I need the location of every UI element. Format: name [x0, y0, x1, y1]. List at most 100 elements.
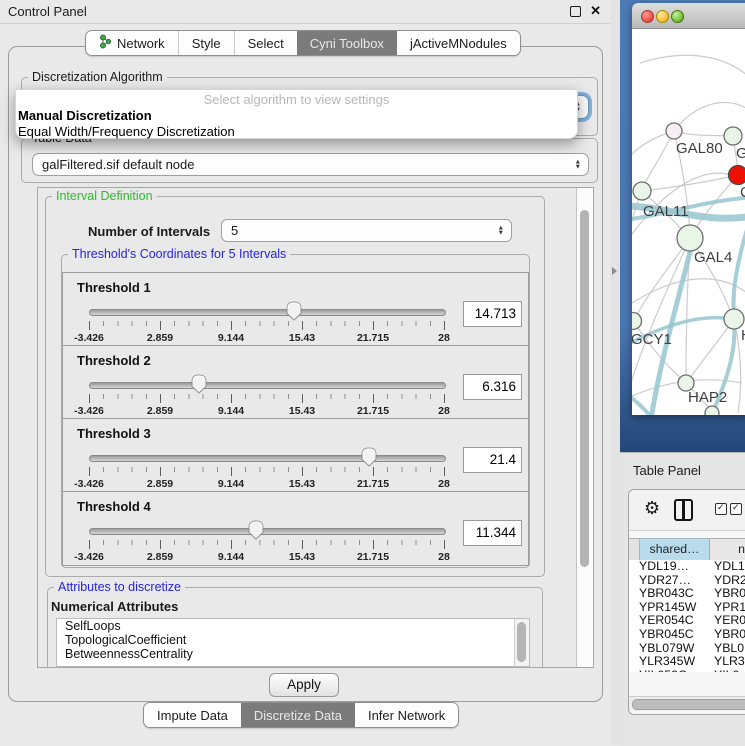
tab-style[interactable]: Style	[178, 31, 234, 55]
table-row[interactable]: YBR043CYBR0	[629, 587, 745, 601]
cell: YLR3	[714, 655, 745, 669]
cell: YBL0	[714, 642, 744, 656]
checkbox-icon[interactable]	[715, 503, 727, 515]
splitter-collapse-icon[interactable]	[612, 267, 617, 275]
cell: YDR2	[714, 574, 745, 588]
node-label: H	[741, 327, 745, 344]
columns-icon[interactable]	[674, 499, 693, 521]
threshold-4-slider[interactable]: -3.426 2.859 9.144 15.43 21.715 28	[89, 528, 444, 562]
threshold-3-slider[interactable]: -3.426 2.859 9.144 15.43 21.715 28	[89, 455, 444, 489]
node-bottom-partial[interactable]	[705, 406, 719, 415]
table-row[interactable]: YBR045CYBR0	[629, 628, 745, 642]
table-row[interactable]: YER054CYER0	[629, 614, 745, 628]
vertical-scrollbar[interactable]	[576, 188, 593, 667]
control-panel-window: Control Panel ✕ Network Style Select Cyn…	[0, 0, 611, 745]
close-icon[interactable]: ✕	[590, 3, 601, 19]
column-header-name[interactable]: na	[709, 538, 745, 561]
tab-infer-network[interactable]: Infer Network	[355, 703, 458, 727]
threshold-2-label: Threshold 2	[77, 353, 151, 368]
horizontal-scrollbar-thumb[interactable]	[632, 699, 745, 710]
tab-style-label: Style	[192, 36, 221, 51]
list-scrollbar-thumb[interactable]	[517, 622, 526, 662]
tick-label: 28	[438, 332, 450, 344]
apply-button[interactable]: Apply	[269, 673, 339, 697]
dropdown-option-manual[interactable]: Manual Discretization	[16, 108, 577, 124]
tick-label: 2.859	[147, 405, 173, 417]
threshold-1-value-field[interactable]: 14.713	[463, 301, 522, 327]
tab-impute-label: Impute Data	[157, 708, 228, 723]
threshold-4-value-field[interactable]: 11.344	[463, 520, 522, 546]
slider-track[interactable]	[89, 455, 446, 462]
cell: YER0	[714, 614, 745, 628]
tab-select[interactable]: Select	[234, 31, 297, 55]
table-row[interactable]: YDL19…YDL1	[629, 560, 745, 574]
tab-jactivemnodules[interactable]: jActiveMNodules	[397, 31, 520, 55]
list-item[interactable]: SelfLoops	[57, 619, 529, 633]
cell: YBR045C	[639, 628, 694, 642]
list-item[interactable]: BetweennessCentrality	[57, 647, 529, 661]
network-window-titlebar[interactable]	[632, 3, 745, 29]
threshold-2-row: Threshold 2 -3.426 2.859 9.144 15.43 21.…	[62, 345, 529, 420]
threshold-2-value-field[interactable]: 6.316	[463, 374, 522, 400]
threshold-3-value-field[interactable]: 21.4	[463, 447, 522, 473]
slider-thumb[interactable]	[191, 374, 208, 399]
attributes-group: Attributes to discretize Numerical Attri…	[47, 587, 543, 667]
threshold-1-slider[interactable]: -3.426 2.859 9.144 15.43 21.715 28	[89, 309, 444, 343]
slider-track[interactable]	[89, 309, 446, 316]
list-scrollbar[interactable]	[514, 619, 529, 666]
threshold-2-slider[interactable]: -3.426 2.859 9.144 15.43 21.715 28	[89, 382, 444, 416]
table-row[interactable]: YIL052CYIL0	[629, 669, 745, 672]
tab-discretize-data[interactable]: Discretize Data	[241, 703, 355, 727]
network-canvas[interactable]: GAL80 GA C GAL11 GAL4 GCY1 H HAP2	[632, 29, 745, 415]
cell: YDL19…	[639, 560, 689, 574]
tick-label: -3.426	[74, 551, 104, 563]
minimize-traffic-light[interactable]	[656, 10, 669, 23]
node-gal11[interactable]	[633, 182, 651, 200]
dropdown-option-equal-width[interactable]: Equal Width/Frequency Discretization	[16, 124, 577, 140]
slider-track[interactable]	[89, 382, 446, 389]
tick-label: 15.43	[289, 551, 315, 563]
zoom-traffic-light[interactable]	[671, 10, 684, 23]
slider-thumb[interactable]	[361, 447, 378, 472]
table-row[interactable]: YLR345WYLR3	[629, 655, 745, 669]
table-row[interactable]: YDR27…YDR2	[629, 574, 745, 588]
checkbox-icon[interactable]	[730, 503, 742, 515]
node-gal4[interactable]	[677, 225, 703, 251]
tab-network[interactable]: Network	[86, 31, 178, 55]
slider-thumb[interactable]	[285, 301, 302, 326]
tab-network-label: Network	[117, 36, 165, 51]
table-row[interactable]: YPR145WYPR1	[629, 601, 745, 615]
tab-cyni-toolbox[interactable]: Cyni Toolbox	[297, 31, 397, 55]
slider-track[interactable]	[89, 528, 446, 535]
float-window-icon[interactable]	[570, 6, 581, 17]
number-of-intervals-spinner[interactable]: 5 ▲▼	[221, 219, 512, 242]
table-panel-title: Table Panel	[633, 463, 701, 478]
tick-label: 9.144	[218, 332, 244, 344]
cell: YBR0	[714, 587, 745, 601]
tick-label: 15.43	[289, 405, 315, 417]
node-h[interactable]	[724, 309, 744, 329]
column-header-shared-name[interactable]: shared…	[639, 538, 710, 561]
interval-definition-title: Interval Definition	[52, 189, 157, 204]
close-traffic-light[interactable]	[641, 10, 654, 23]
table-row[interactable]: YBL079WYBL0	[629, 642, 745, 656]
gear-icon[interactable]: ⚙	[644, 498, 660, 519]
node-red-selected[interactable]	[729, 166, 745, 185]
horizontal-scrollbar[interactable]	[629, 696, 745, 711]
spinner-arrows-icon: ▲▼	[498, 225, 504, 236]
node-gal80[interactable]	[666, 123, 682, 139]
slider-major-ticks	[89, 540, 446, 549]
vertical-scrollbar-thumb[interactable]	[580, 210, 589, 567]
node-label: C	[740, 184, 745, 201]
tab-impute-data[interactable]: Impute Data	[144, 703, 241, 727]
slider-thumb[interactable]	[247, 520, 264, 545]
tick-label: 21.715	[357, 405, 389, 417]
table-data-combobox[interactable]: galFiltered.sif default node ▲▼	[32, 153, 589, 176]
tick-label: 9.144	[218, 551, 244, 563]
node-label: GAL4	[694, 249, 732, 266]
table-panel: Table Panel ⚙ shared… na YDL19…YDL1 YDR2…	[620, 452, 745, 746]
node-gcy1[interactable]	[632, 313, 642, 330]
threshold-3-row: Threshold 3 -3.426 2.859 9.144 15.43 21.…	[62, 418, 529, 493]
list-item[interactable]: TopologicalCoefficient	[57, 633, 529, 647]
node-top-right[interactable]	[724, 127, 742, 145]
